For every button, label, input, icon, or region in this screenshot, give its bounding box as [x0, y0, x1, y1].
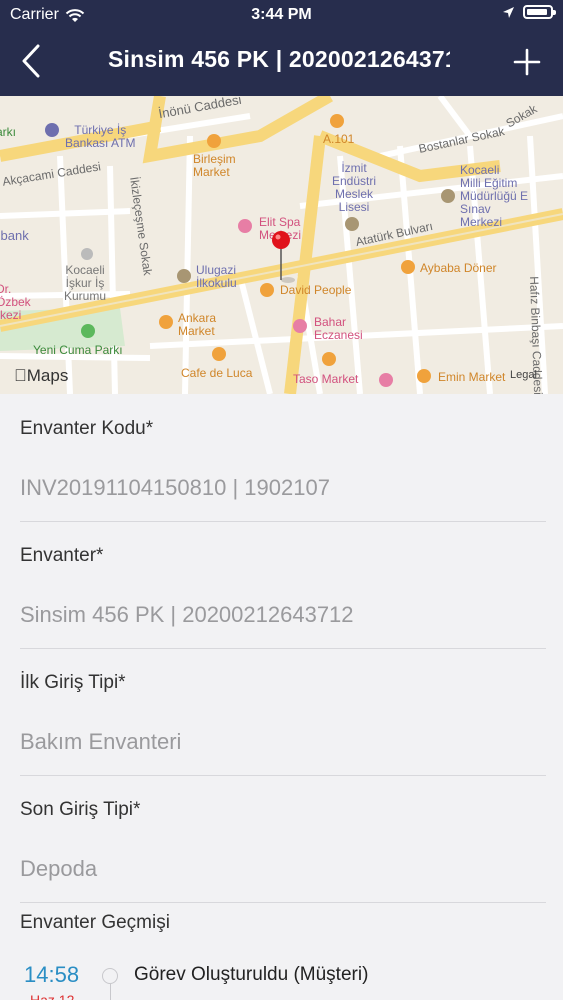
header-bar: Carrier 3:44 PM Sinsim 456 PK | 20200212…	[0, 0, 563, 96]
poi-label: Aybaba Döner	[420, 261, 497, 275]
poi-label: A.101	[323, 132, 355, 146]
divider	[20, 521, 546, 522]
divider	[20, 775, 546, 776]
poi-label: arkı	[0, 125, 17, 139]
history-text: Görev Oluşturuldu (Müşteri)	[134, 964, 369, 985]
field-inventory-value[interactable]: Sinsim 456 PK | 20200212643712	[20, 602, 546, 628]
poi-label: Ankara Market	[178, 311, 217, 338]
field-label: Envanter Kodu*	[20, 418, 154, 439]
poi-label: Birleşim Market	[193, 152, 236, 179]
location-pin-icon[interactable]	[262, 228, 302, 288]
field-value: Depoda	[20, 856, 98, 881]
poi-label: Kocaeli İşkur İş Kurumu	[64, 263, 107, 303]
history-item[interactable]: 14:58 Haz 12 Görev Oluşturuldu (Müşteri)	[24, 962, 554, 1000]
maps-logo: Maps	[14, 366, 68, 386]
poi-label: Dr. Özbek rkezi	[0, 282, 31, 322]
history-title: Envanter Geçmişi	[20, 912, 170, 933]
field-label: İlk Giriş Tipi*	[20, 672, 126, 693]
legal-link[interactable]: Legal	[510, 369, 537, 381]
poi-label: Türkiye İş Bankası ATM	[65, 123, 136, 150]
history-date: Haz 12	[30, 992, 75, 1000]
apple-icon: 	[14, 366, 27, 385]
field-label: Son Giriş Tipi*	[20, 799, 141, 820]
history-time: 14:58	[24, 962, 80, 987]
poi-label: Kocaeli Milli Eğitim Müdürlüğü E Sınav M…	[460, 163, 529, 229]
timeline-dot-icon	[102, 968, 118, 984]
history-section-title: Envanter Geçmişi	[20, 912, 546, 934]
location-arrow-icon	[503, 6, 514, 18]
field-value: Sinsim 456 PK | 20200212643712	[20, 602, 354, 627]
back-button[interactable]	[14, 40, 48, 82]
chevron-left-icon	[22, 44, 40, 78]
field-first-entry-label: İlk Giriş Tipi*	[20, 672, 546, 694]
plus-icon	[513, 48, 541, 76]
field-last-entry-value[interactable]: Depoda	[20, 856, 546, 882]
poi-label: İzmit Endüstri Meslek Lisesi	[332, 161, 377, 214]
status-time: 3:44 PM	[251, 6, 312, 23]
field-value: Bakım Envanteri	[20, 729, 182, 754]
maps-logo-text: Maps	[14, 366, 69, 385]
field-inventory-code-value[interactable]: INV20191104150810 | 1902107	[20, 475, 546, 501]
status-right-group	[502, 5, 556, 19]
timeline-line	[110, 984, 111, 1000]
divider	[20, 648, 546, 649]
map-view[interactable]: İnönü Caddesi Akçacami Caddesi İkizleçeş…	[0, 96, 563, 394]
field-last-entry-label: Son Giriş Tipi*	[20, 799, 546, 821]
battery-icon	[523, 5, 556, 19]
poi-label: Ulugazi İlkokulu	[196, 263, 237, 290]
field-inventory-code-label: Envanter Kodu*	[20, 418, 546, 440]
field-inventory-label: Envanter*	[20, 545, 546, 567]
poi-label: Yeni Cuma Parkı	[33, 343, 123, 357]
poi-label: Emin Market	[438, 370, 506, 384]
field-value: INV20191104150810 | 1902107	[20, 475, 330, 500]
poi-label: sbank	[0, 228, 29, 243]
divider	[20, 902, 546, 903]
add-button[interactable]	[505, 40, 549, 84]
status-bar: Carrier 3:44 PM	[0, 0, 563, 30]
poi-label: Cafe de Luca	[181, 366, 253, 380]
page-title: Sinsim 456 PK | 20200212643712	[108, 46, 450, 72]
field-first-entry-value[interactable]: Bakım Envanteri	[20, 729, 546, 755]
field-label: Envanter*	[20, 545, 104, 566]
poi-label: Bahar Eczanesi	[314, 315, 363, 342]
poi-label: Taso Market	[293, 372, 359, 386]
nav-bar: Sinsim 456 PK | 20200212643712	[0, 30, 563, 96]
